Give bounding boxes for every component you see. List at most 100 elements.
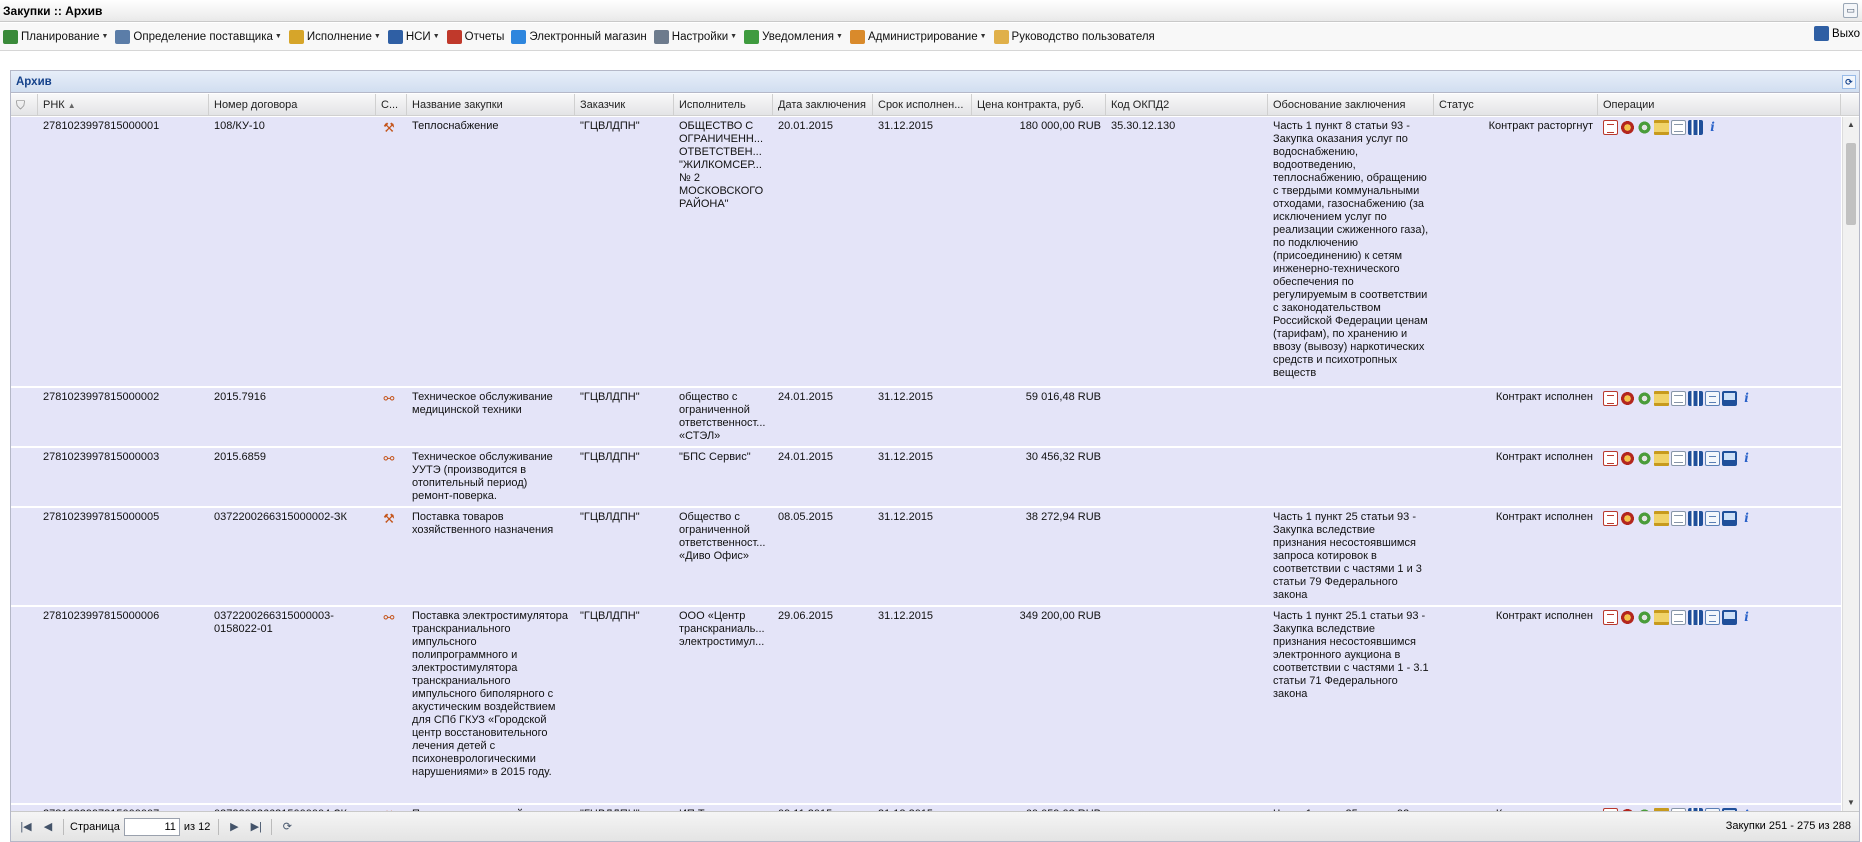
list-icon[interactable] (1671, 451, 1686, 466)
monitor-icon[interactable] (1722, 391, 1737, 406)
list-icon[interactable] (1671, 391, 1686, 406)
doc-icon[interactable] (1603, 451, 1618, 466)
books-icon[interactable] (1688, 511, 1703, 526)
scroll-down-icon[interactable]: ▼ (1843, 795, 1859, 811)
scroll-up-icon[interactable]: ▲ (1843, 117, 1859, 133)
column-header-contract_no[interactable]: Номер договора (209, 94, 376, 116)
books-icon[interactable] (1688, 120, 1703, 135)
page-icon[interactable] (1705, 610, 1720, 625)
list-icon[interactable] (1671, 511, 1686, 526)
first-page-icon[interactable]: |◀ (17, 818, 35, 836)
monitor-icon[interactable] (1722, 511, 1737, 526)
menu-shop-cart[interactable]: Электронный магазин (508, 26, 650, 48)
scroll-thumb[interactable] (1846, 143, 1856, 225)
info-icon[interactable]: i (1705, 120, 1720, 135)
menu-supplier-gears[interactable]: Определение поставщика ▼ (112, 26, 285, 48)
gear-icon[interactable] (1637, 120, 1652, 135)
books-icon[interactable] (1688, 451, 1703, 466)
scroll-icon[interactable] (1654, 511, 1669, 526)
emblem-icon[interactable] (1620, 120, 1635, 135)
column-header-filter[interactable]: ⛉ (11, 94, 38, 116)
column-header-rnk[interactable]: РНК ▲ (38, 94, 209, 116)
list-icon[interactable] (1671, 610, 1686, 625)
column-header-executor[interactable]: Исполнитель (674, 94, 773, 116)
exit-button[interactable]: Выхо (1814, 26, 1860, 41)
cell-status: Контракт исполнен (1495, 451, 1593, 463)
menu-settings-wrench[interactable]: Настройки ▼ (651, 26, 741, 48)
execution-icon (288, 29, 304, 44)
gear-icon[interactable] (1637, 610, 1652, 625)
vertical-scrollbar[interactable]: ▲ ▼ (1842, 117, 1859, 811)
table-row[interactable]: 2781023997815000001 108/КУ-10 ⚒ Теплоснабже… (11, 117, 1841, 387)
cell-term: 31.12.2015 (878, 451, 934, 463)
emblem-icon[interactable] (1620, 391, 1635, 406)
menu-user-guide[interactable]: Руководство пользователя (991, 26, 1159, 48)
cell-customer: "ГЦВЛДПН" (580, 391, 640, 403)
column-header-ops[interactable]: Операции (1598, 94, 1841, 116)
cell-term: 31.12.2015 (878, 120, 934, 132)
maximize-icon[interactable]: ▭ (1843, 3, 1858, 18)
table-row[interactable]: 2781023997815000003 2015.6859 ⚯ Техническое… (11, 448, 1841, 507)
scroll-icon[interactable] (1654, 610, 1669, 625)
info-icon[interactable]: i (1739, 451, 1754, 466)
window-title: Закупки :: Архив (3, 4, 103, 18)
doc-icon[interactable] (1603, 120, 1618, 135)
scroll-icon[interactable] (1654, 391, 1669, 406)
menu-reference-table[interactable]: НСИ ▼ (385, 26, 444, 48)
info-icon[interactable]: i (1739, 511, 1754, 526)
prev-page-icon[interactable]: ◀ (39, 818, 57, 836)
column-header-date[interactable]: Дата заключения (773, 94, 873, 116)
list-icon[interactable] (1671, 120, 1686, 135)
column-header-customer[interactable]: Заказчик (575, 94, 674, 116)
column-header-basis[interactable]: Обоснование заключения (1268, 94, 1434, 116)
scroll-icon[interactable] (1654, 120, 1669, 135)
info-icon[interactable]: i (1739, 610, 1754, 625)
emblem-icon[interactable] (1620, 610, 1635, 625)
page-number-input[interactable] (123, 817, 180, 836)
gavel-icon[interactable]: ⚒ (381, 511, 397, 527)
column-header-name[interactable]: Название закупки (407, 94, 575, 116)
doc-icon[interactable] (1603, 511, 1618, 526)
gear-icon[interactable] (1637, 391, 1652, 406)
books-icon[interactable] (1688, 610, 1703, 625)
emblem-icon[interactable] (1620, 511, 1635, 526)
refresh-icon[interactable]: ⟳ (278, 818, 296, 836)
scroll-icon[interactable] (1654, 451, 1669, 466)
column-header-status[interactable]: Статус (1434, 94, 1598, 116)
column-header-st[interactable]: С... (376, 94, 407, 116)
refresh-panel-icon[interactable]: ⟳ (1842, 75, 1856, 89)
table-row[interactable]: 2781023997815000002 2015.7916 ⚯ Техническое… (11, 388, 1841, 447)
column-header-price[interactable]: Цена контракта, руб. (972, 94, 1106, 116)
cell-st: ⚯ (376, 388, 407, 447)
table-row[interactable]: 2781023997815000005 0372200266315000002-З… (11, 508, 1841, 606)
broken-gavel-icon[interactable]: ⚯ (381, 391, 397, 407)
monitor-icon[interactable] (1722, 451, 1737, 466)
column-header-term[interactable]: Срок исполнен... (873, 94, 972, 116)
books-icon[interactable] (1688, 391, 1703, 406)
doc-icon[interactable] (1603, 391, 1618, 406)
doc-icon[interactable] (1603, 610, 1618, 625)
table-row[interactable]: 2781023997815000006 0372200266315000003-0… (11, 607, 1841, 804)
info-icon[interactable]: i (1739, 391, 1754, 406)
menu-reports[interactable]: Отчеты (444, 26, 509, 48)
column-header-okpd[interactable]: Код ОКПД2 (1106, 94, 1268, 116)
menu-admin-user[interactable]: Администрирование ▼ (847, 26, 991, 48)
filter-clear-icon[interactable]: ⛉ (16, 98, 25, 112)
monitor-icon[interactable] (1722, 610, 1737, 625)
menu-label: НСИ (405, 30, 431, 43)
page-icon[interactable] (1705, 511, 1720, 526)
menu-execution[interactable]: Исполнение ▼ (286, 26, 385, 48)
menu-planning[interactable]: Планирование ▼ (0, 26, 112, 48)
gear-icon[interactable] (1637, 451, 1652, 466)
menu-notifications[interactable]: Уведомления ▼ (741, 26, 847, 48)
last-page-icon[interactable]: ▶| (247, 818, 265, 836)
page-icon[interactable] (1705, 391, 1720, 406)
broken-gavel-icon[interactable]: ⚯ (381, 451, 397, 467)
chevron-down-icon: ▼ (979, 33, 987, 40)
next-page-icon[interactable]: ▶ (225, 818, 243, 836)
emblem-icon[interactable] (1620, 451, 1635, 466)
broken-gavel-icon[interactable]: ⚯ (381, 610, 397, 626)
gear-icon[interactable] (1637, 511, 1652, 526)
gavel-icon[interactable]: ⚒ (381, 120, 397, 136)
page-icon[interactable] (1705, 451, 1720, 466)
